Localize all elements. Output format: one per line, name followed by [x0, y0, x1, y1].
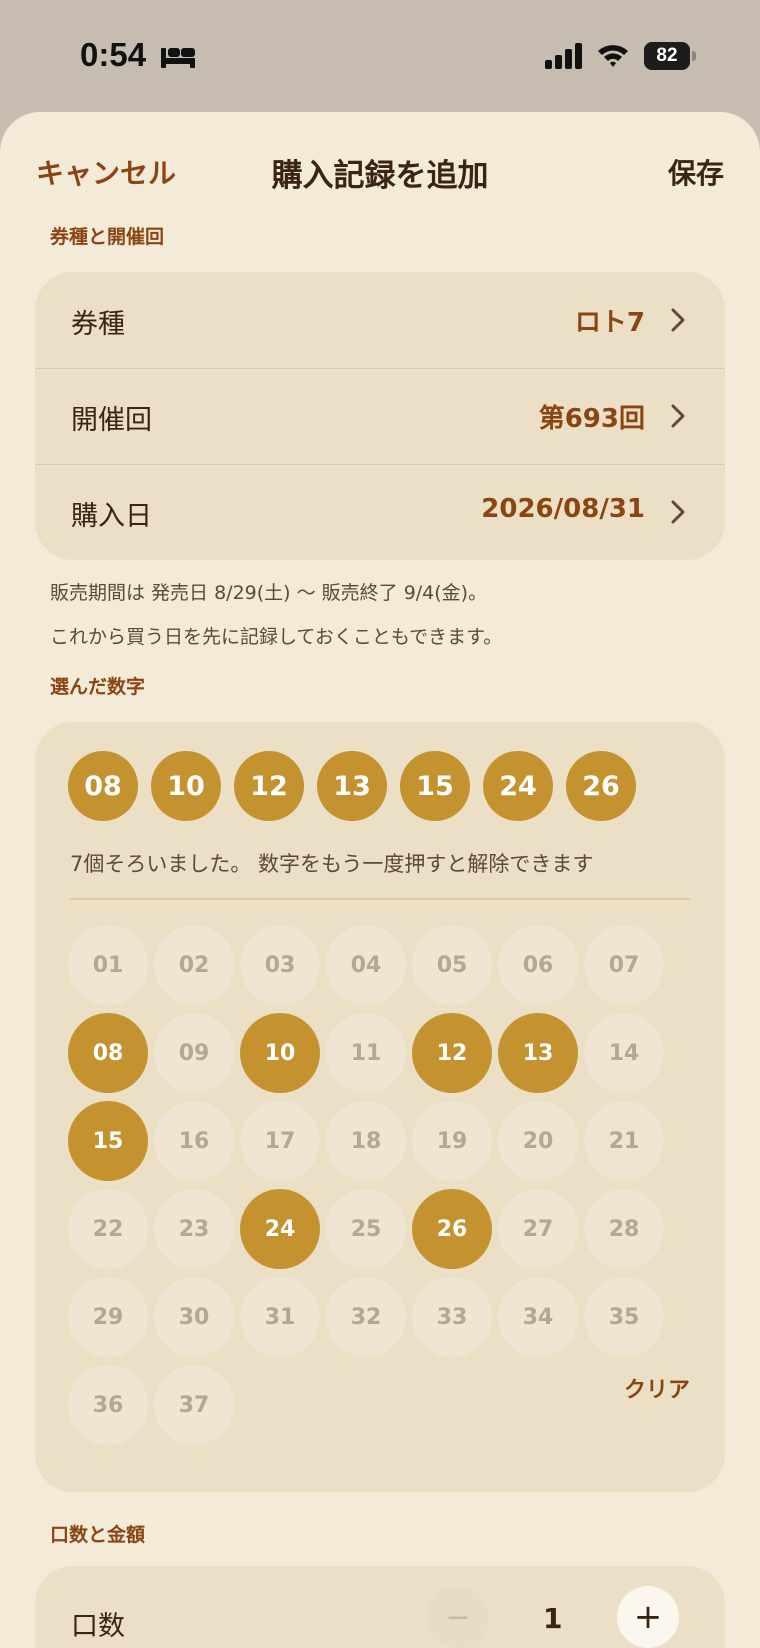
number-button[interactable]: 28	[584, 1189, 664, 1269]
amount-card: 口数 − 1 +	[35, 1566, 725, 1648]
chevron-right-icon	[671, 404, 685, 428]
ticket-type-row[interactable]: 券種 ロト7	[35, 272, 725, 368]
battery-tip	[692, 51, 696, 61]
number-button[interactable]: 24	[240, 1189, 320, 1269]
section-label-numbers: 選んだ数字	[50, 676, 146, 698]
draw-number-label: 開催回	[71, 405, 152, 436]
increment-button[interactable]: +	[617, 1586, 679, 1648]
number-button[interactable]: 09	[154, 1013, 234, 1093]
selected-number-chip: 10	[151, 751, 221, 821]
count-value: 1	[543, 1602, 563, 1635]
number-button[interactable]: 06	[498, 925, 578, 1005]
section-label-amount: 口数と金額	[50, 1524, 146, 1546]
number-button[interactable]: 23	[154, 1189, 234, 1269]
number-button[interactable]: 14	[584, 1013, 664, 1093]
number-button[interactable]: 01	[68, 925, 148, 1005]
wifi-icon	[598, 45, 628, 67]
count-label: 口数	[71, 1611, 125, 1642]
save-button[interactable]: 保存	[668, 152, 724, 192]
purchase-date-row[interactable]: 購入日 2026/08/31	[35, 464, 725, 560]
chevron-right-icon	[671, 308, 685, 332]
clear-button[interactable]: クリア	[624, 1372, 690, 1404]
purchase-date-value: 2026/08/31	[481, 494, 645, 524]
number-button[interactable]: 13	[498, 1013, 578, 1093]
number-button[interactable]: 26	[412, 1189, 492, 1269]
number-button[interactable]: 27	[498, 1189, 578, 1269]
number-button[interactable]: 17	[240, 1101, 320, 1181]
ticket-type-value: ロト7	[574, 308, 645, 338]
number-button[interactable]: 08	[68, 1013, 148, 1093]
selected-number-chip: 24	[483, 751, 553, 821]
battery-level: 82	[644, 42, 690, 70]
ticket-type-label: 券種	[71, 309, 125, 340]
number-button[interactable]: 21	[584, 1101, 664, 1181]
number-button[interactable]: 37	[154, 1365, 234, 1445]
number-button[interactable]: 30	[154, 1277, 234, 1357]
cellular-signal-icon	[545, 43, 582, 69]
draw-number-value: 第693回	[538, 404, 645, 434]
number-button[interactable]: 02	[154, 925, 234, 1005]
purchase-date-label: 購入日	[71, 501, 152, 532]
sleep-focus-icon	[161, 48, 195, 68]
selected-number-chip: 08	[68, 751, 138, 821]
number-button[interactable]: 32	[326, 1277, 406, 1357]
sales-period-note: 販売期間は 発売日 8/29(土) 〜 販売終了 9/4(金)。	[50, 582, 488, 604]
status-bar: 0:54 82	[0, 0, 760, 112]
number-button[interactable]: 04	[326, 925, 406, 1005]
ticket-card: 券種 ロト7 開催回 第693回 購入日 2026/08/31	[35, 272, 725, 560]
number-button[interactable]: 16	[154, 1101, 234, 1181]
number-button[interactable]: 33	[412, 1277, 492, 1357]
selected-number-chip: 15	[400, 751, 470, 821]
page-title: 購入記録を追加	[271, 158, 489, 194]
selected-number-chip: 12	[234, 751, 304, 821]
number-button[interactable]: 25	[326, 1189, 406, 1269]
pre-record-note: これから買う日を先に記録しておくこともできます。	[50, 626, 503, 648]
selection-hint: 7個そろいました。 数字をもう一度押すと解除できます	[70, 852, 594, 876]
number-button[interactable]: 12	[412, 1013, 492, 1093]
number-button[interactable]: 18	[326, 1101, 406, 1181]
number-button[interactable]: 15	[68, 1101, 148, 1181]
number-button[interactable]: 20	[498, 1101, 578, 1181]
status-time: 0:54	[80, 36, 147, 73]
number-button[interactable]: 35	[584, 1277, 664, 1357]
number-button[interactable]: 19	[412, 1101, 492, 1181]
number-button[interactable]: 34	[498, 1277, 578, 1357]
add-purchase-sheet: キャンセル 購入記録を追加 保存 券種と開催回 券種 ロト7 開催回 第693回…	[0, 112, 760, 1648]
number-button[interactable]: 11	[326, 1013, 406, 1093]
number-button[interactable]: 03	[240, 925, 320, 1005]
number-button[interactable]: 36	[68, 1365, 148, 1445]
number-button[interactable]: 31	[240, 1277, 320, 1357]
selected-number-chip: 13	[317, 751, 387, 821]
battery-icon: 82	[644, 42, 696, 70]
grid-divider	[70, 898, 690, 900]
numbers-card: 08 10 12 13 15 24 26 7個そろいました。 数字をもう一度押すと解除できま…	[35, 722, 725, 1492]
decrement-button[interactable]: −	[427, 1586, 489, 1648]
number-button[interactable]: 29	[68, 1277, 148, 1357]
number-button[interactable]: 22	[68, 1189, 148, 1269]
number-button[interactable]: 10	[240, 1013, 320, 1093]
selected-number-chip: 26	[566, 751, 636, 821]
draw-number-row[interactable]: 開催回 第693回	[35, 368, 725, 464]
number-button[interactable]: 07	[584, 925, 664, 1005]
chevron-right-icon	[671, 500, 685, 524]
number-button[interactable]: 05	[412, 925, 492, 1005]
section-label-ticket: 券種と開催回	[50, 226, 165, 248]
